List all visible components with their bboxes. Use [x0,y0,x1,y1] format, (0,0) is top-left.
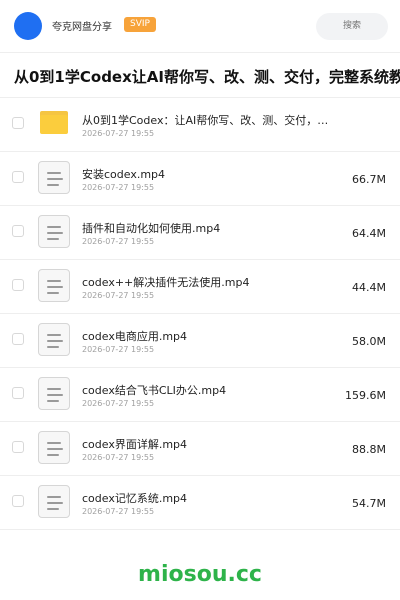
file-name: codex++解决插件无法使用.mp4 [82,276,250,289]
file-name: codex界面详解.mp4 [82,438,188,451]
file-name: codex电商应用.mp4 [82,330,188,343]
folder-title-bar: 从0到1学Codex让AI帮你写、改、测、交付，完整系统教学 [0,52,400,98]
file-date: 2026-07-27 19:55 [82,345,155,354]
avatar[interactable] [14,12,42,40]
file-icon [38,215,70,248]
item-checkbox[interactable] [12,117,24,129]
item-checkbox[interactable] [12,441,24,453]
file-icon [38,377,70,410]
file-icon [38,485,70,518]
file-size: 58.0M [352,335,386,348]
file-icon [38,161,70,194]
item-checkbox[interactable] [12,225,24,237]
item-checkbox[interactable] [12,387,24,399]
file-date: 2026-07-27 19:55 [82,291,155,300]
list-item[interactable]: 安装codex.mp4 2026-07-27 19:55 66.7M [0,152,400,206]
file-date: 2026-07-27 19:55 [82,183,155,192]
file-icon [38,431,70,464]
file-name: 安装codex.mp4 [82,168,166,181]
list-item[interactable]: 从0到1学Codex：让AI帮你写、改、测、交付，… 2026-07-27 19… [0,98,400,152]
file-date: 2026-07-27 19:55 [82,507,155,516]
file-name: codex记忆系统.mp4 [82,492,188,505]
list-item[interactable]: codex++解决插件无法使用.mp4 2026-07-27 19:55 44.… [0,260,400,314]
file-size: 66.7M [352,173,386,186]
file-name: codex结合飞书CLI办公.mp4 [82,384,227,397]
file-date: 2026-07-27 19:55 [82,129,155,138]
file-date: 2026-07-27 19:55 [82,453,155,462]
file-name: 插件和自动化如何使用.mp4 [82,222,221,235]
list-item[interactable]: 插件和自动化如何使用.mp4 2026-07-27 19:55 64.4M [0,206,400,260]
file-size: 88.8M [352,443,386,456]
file-icon [38,323,70,356]
file-size: 54.7M [352,497,386,510]
file-date: 2026-07-27 19:55 [82,399,155,408]
file-size: 64.4M [352,227,386,240]
list-item[interactable]: codex界面详解.mp4 2026-07-27 19:55 88.8M [0,422,400,476]
watermark: miosou.cc [138,562,262,587]
file-size: 44.4M [352,281,386,294]
list-item[interactable]: codex结合飞书CLI办公.mp4 2026-07-27 19:55 159.… [0,368,400,422]
app-name: 夸克网盘分享 [52,22,112,33]
svip-badge: SVIP [124,17,156,32]
file-name: 从0到1学Codex：让AI帮你写、改、测、交付，… [82,114,329,127]
file-date: 2026-07-27 19:55 [82,237,155,246]
search-input[interactable] [316,13,388,40]
list-item[interactable]: codex记忆系统.mp4 2026-07-27 19:55 54.7M [0,476,400,530]
file-icon [38,269,70,302]
file-list: 从0到1学Codex：让AI帮你写、改、测、交付，… 2026-07-27 19… [0,98,400,548]
item-checkbox[interactable] [12,279,24,291]
folder-icon [38,107,70,140]
list-item[interactable]: codex电商应用.mp4 2026-07-27 19:55 58.0M [0,314,400,368]
page-title: 从0到1学Codex让AI帮你写、改、测、交付，完整系统教学 [14,68,400,86]
item-checkbox[interactable] [12,333,24,345]
file-size: 159.6M [345,389,386,402]
item-checkbox[interactable] [12,171,24,183]
header-bar: 夸克网盘分享 SVIP [0,0,400,52]
item-checkbox[interactable] [12,495,24,507]
